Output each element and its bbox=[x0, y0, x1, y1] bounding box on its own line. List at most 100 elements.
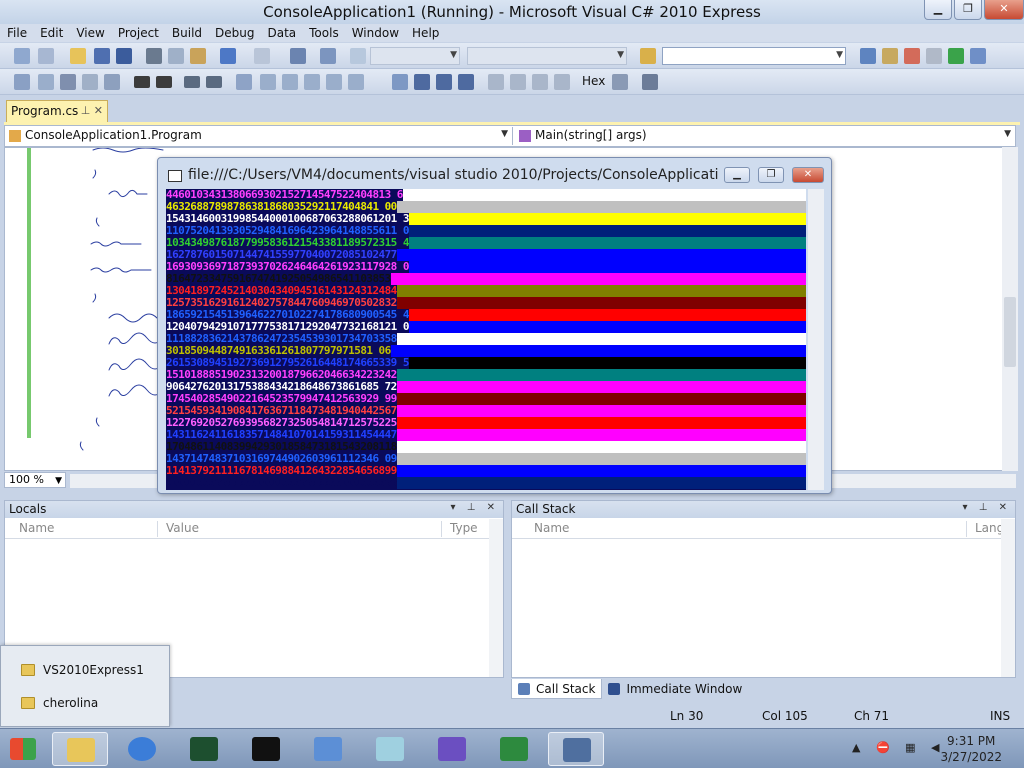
tab-call-stack[interactable]: Call Stack bbox=[511, 679, 603, 699]
editor-vertical-scrollbar[interactable] bbox=[1002, 147, 1018, 471]
start-debugging-icon[interactable] bbox=[350, 48, 366, 64]
solution-explorer-icon[interactable] bbox=[860, 48, 876, 64]
callstack-scrollbar[interactable] bbox=[1001, 519, 1015, 677]
csharp-icon[interactable] bbox=[486, 732, 542, 766]
parameter-info-icon[interactable] bbox=[60, 74, 76, 90]
menu-window[interactable]: Window bbox=[345, 24, 405, 42]
step-over-icon[interactable] bbox=[532, 74, 548, 90]
column-name[interactable]: Name bbox=[526, 521, 569, 537]
bookmark-icon[interactable] bbox=[236, 74, 252, 90]
menu-edit[interactable]: Edit bbox=[33, 24, 69, 42]
class-combo[interactable]: ConsoleApplication1.Program ▼ bbox=[5, 127, 513, 145]
system-clock[interactable]: 9:31 PM 3/27/2022 bbox=[940, 733, 1002, 765]
save-all-icon[interactable] bbox=[116, 48, 132, 64]
indent-icon[interactable] bbox=[134, 76, 150, 88]
performance-monitor-icon[interactable] bbox=[176, 732, 232, 766]
comment-icon[interactable] bbox=[184, 76, 200, 88]
control-panel-icon[interactable] bbox=[300, 732, 356, 766]
notepad-icon[interactable] bbox=[362, 732, 418, 766]
jumplist-item-vs2010express1[interactable]: VS2010Express1 bbox=[21, 663, 144, 677]
paste-icon[interactable] bbox=[190, 48, 206, 64]
redo-icon[interactable] bbox=[254, 48, 270, 64]
complete-word-icon[interactable] bbox=[104, 74, 120, 90]
close-button[interactable]: ✕ bbox=[984, 0, 1024, 20]
toolbox-icon[interactable] bbox=[926, 48, 942, 64]
explorer-icon[interactable] bbox=[52, 732, 108, 766]
outdent-icon[interactable] bbox=[156, 76, 172, 88]
command-prompt-icon[interactable] bbox=[238, 732, 294, 766]
console-close-button[interactable]: ✕ bbox=[792, 167, 824, 183]
locals-scrollbar[interactable] bbox=[489, 519, 503, 677]
extension-manager-icon[interactable] bbox=[970, 48, 986, 64]
system-tray[interactable]: ▲ ⛔ ▦ ◀ bbox=[852, 741, 946, 754]
navigate-backward-icon[interactable] bbox=[290, 48, 306, 64]
open-file-icon[interactable] bbox=[70, 48, 86, 64]
console-output[interactable]: 4460103431380669302152714547522404813 64… bbox=[166, 189, 806, 490]
previous-bookmark-icon[interactable] bbox=[260, 74, 276, 90]
stop-debugging-icon[interactable] bbox=[436, 74, 452, 90]
menu-view[interactable]: View bbox=[69, 24, 110, 42]
jumplist-item-cherolina[interactable]: cherolina bbox=[21, 696, 98, 710]
break-all-icon[interactable] bbox=[414, 74, 430, 90]
windows-start-icon[interactable] bbox=[0, 732, 48, 766]
uncomment-icon[interactable] bbox=[206, 76, 222, 88]
internet-explorer-icon[interactable] bbox=[114, 732, 170, 766]
windows-icon[interactable] bbox=[642, 74, 658, 90]
platform-combo[interactable]: ▼ bbox=[467, 47, 627, 65]
menu-data[interactable]: Data bbox=[260, 24, 302, 42]
step-out-icon[interactable] bbox=[554, 74, 570, 90]
cut-icon[interactable] bbox=[146, 48, 162, 64]
text-editor-icon[interactable] bbox=[14, 74, 30, 90]
menu-build[interactable]: Build bbox=[165, 24, 208, 42]
menu-tools[interactable]: Tools bbox=[302, 24, 345, 42]
continue-icon[interactable] bbox=[392, 74, 408, 90]
find-in-files-icon[interactable] bbox=[640, 48, 656, 64]
next-bookmark-folder-icon[interactable] bbox=[326, 74, 342, 90]
minimize-button[interactable]: ▁ bbox=[924, 0, 952, 20]
member-combo[interactable]: Main(string[] args) ▼ bbox=[515, 127, 1015, 145]
member-list-icon[interactable] bbox=[38, 74, 54, 90]
maximize-button[interactable]: ❐ bbox=[954, 0, 982, 20]
column-name[interactable]: Name bbox=[11, 521, 54, 537]
tab-immediate-window[interactable]: Immediate Window bbox=[602, 679, 748, 699]
tab-program-cs[interactable]: Program.cs ⊥ ✕ bbox=[6, 100, 108, 122]
pin-close-icon[interactable]: ⊥ ✕ bbox=[81, 104, 103, 117]
step-into-icon[interactable] bbox=[510, 74, 526, 90]
menu-project[interactable]: Project bbox=[111, 24, 165, 42]
restart-icon[interactable] bbox=[458, 74, 474, 90]
panel-buttons[interactable]: ▾ ⊥ ✕ bbox=[963, 502, 1011, 513]
column-value[interactable]: Value bbox=[157, 521, 199, 537]
configuration-combo[interactable]: ▼ bbox=[370, 47, 460, 65]
zoom-combo[interactable]: 100 % ▼ bbox=[4, 472, 66, 488]
panel-buttons[interactable]: ▾ ⊥ ✕ bbox=[451, 502, 499, 513]
monitor-icon[interactable] bbox=[548, 732, 604, 766]
copy-icon[interactable] bbox=[168, 48, 184, 64]
menu-debug[interactable]: Debug bbox=[208, 24, 260, 42]
console-scrollbar[interactable] bbox=[808, 189, 824, 490]
prev-bookmark-folder-icon[interactable] bbox=[304, 74, 320, 90]
console-maximize-button[interactable]: ❐ bbox=[758, 167, 784, 183]
find-combo[interactable]: ▼ bbox=[662, 47, 846, 65]
scroll-thumb[interactable] bbox=[1004, 297, 1016, 367]
undo-icon[interactable] bbox=[220, 48, 236, 64]
column-lang[interactable]: Lang bbox=[966, 521, 1004, 537]
visual-studio-icon[interactable] bbox=[424, 732, 480, 766]
hex-toggle[interactable]: Hex bbox=[582, 74, 605, 88]
start-page-icon[interactable] bbox=[948, 48, 964, 64]
clear-bookmarks-icon[interactable] bbox=[348, 74, 364, 90]
column-type[interactable]: Type bbox=[441, 521, 478, 537]
next-bookmark-icon[interactable] bbox=[282, 74, 298, 90]
new-project-icon[interactable] bbox=[14, 48, 30, 64]
show-next-statement-icon[interactable] bbox=[488, 74, 504, 90]
quick-info-icon[interactable] bbox=[82, 74, 98, 90]
add-item-icon[interactable] bbox=[38, 48, 54, 64]
breakpoints-icon[interactable] bbox=[612, 74, 628, 90]
menu-file[interactable]: File bbox=[0, 24, 33, 42]
properties-icon[interactable] bbox=[882, 48, 898, 64]
save-icon[interactable] bbox=[94, 48, 110, 64]
object-browser-icon[interactable] bbox=[904, 48, 920, 64]
console-minimize-button[interactable]: ▁ bbox=[724, 167, 750, 183]
console-window[interactable]: file:///C:/Users/VM4/documents/visual st… bbox=[157, 157, 832, 494]
menu-help[interactable]: Help bbox=[405, 24, 445, 42]
navigate-forward-icon[interactable] bbox=[320, 48, 336, 64]
